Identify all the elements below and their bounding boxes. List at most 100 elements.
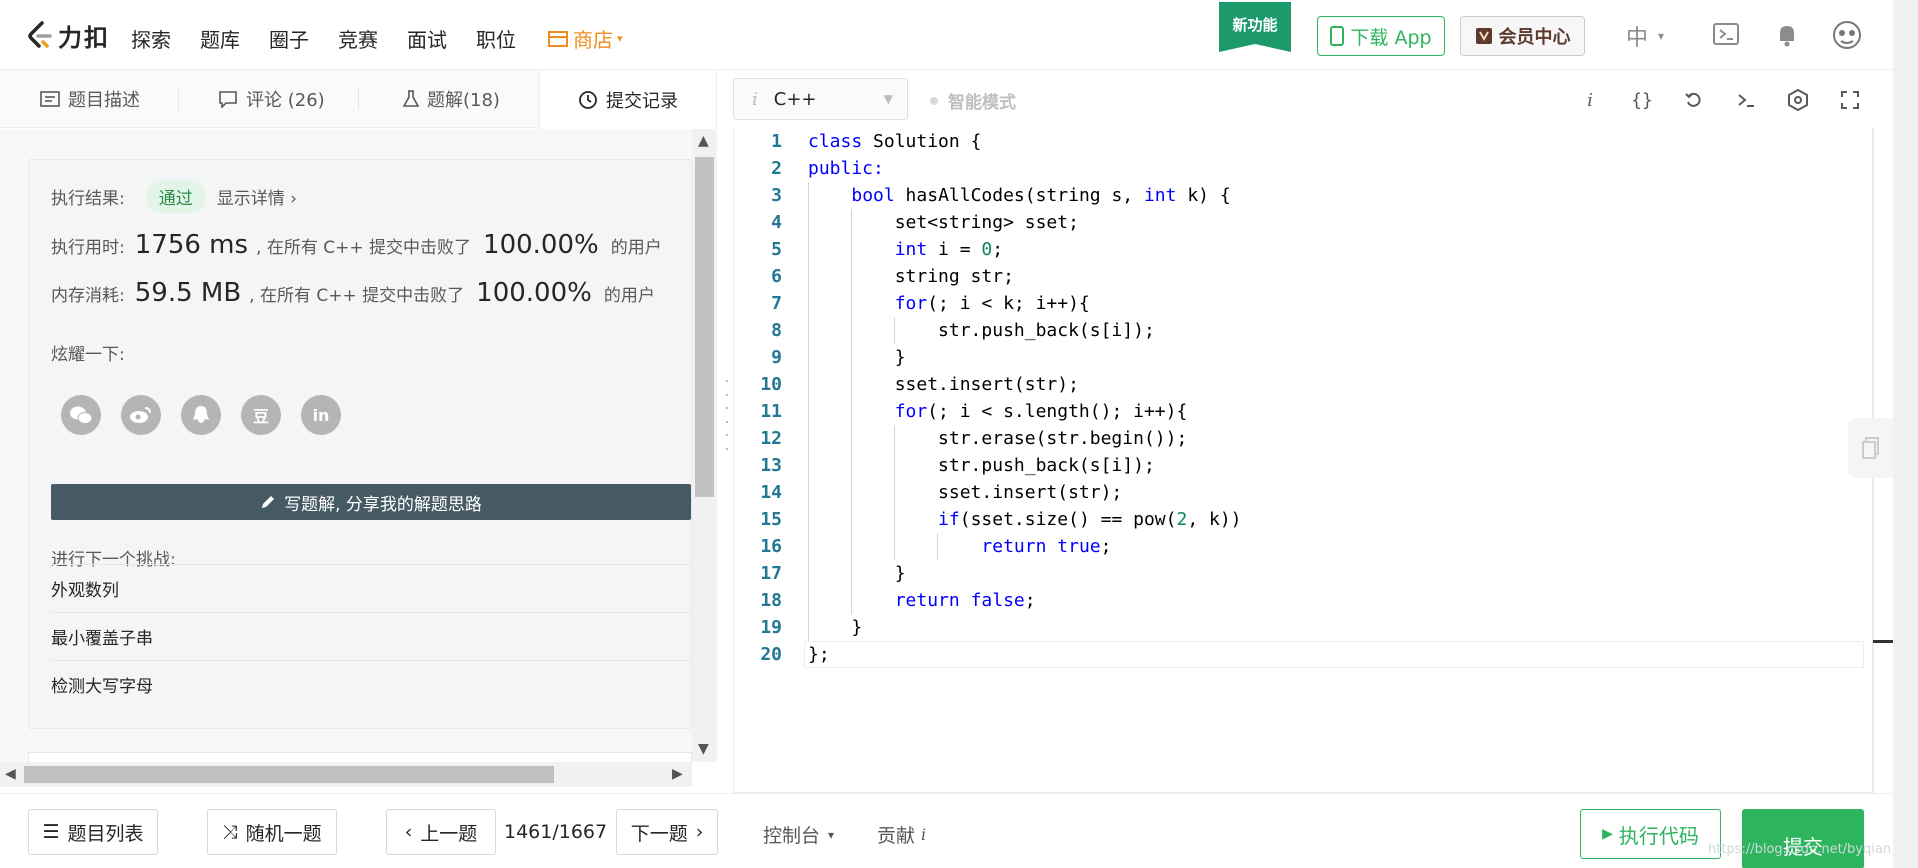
console-toggle[interactable]: 控制台 ▾ <box>763 821 834 848</box>
run-code-button[interactable]: ▶ 执行代码 <box>1580 809 1721 859</box>
terminal-icon[interactable] <box>1734 88 1758 112</box>
tab-submissions[interactable]: 提交记录 <box>539 70 717 129</box>
code-line[interactable]: 16 return true; <box>734 533 1872 560</box>
scrollbar-thumb[interactable] <box>24 766 554 783</box>
member-label: 会员中心 <box>1498 27 1571 48</box>
member-center-button[interactable]: 会员中心 <box>1460 16 1585 56</box>
next-challenge-item[interactable]: 外观数列 <box>51 564 691 612</box>
scroll-left-icon[interactable]: ◀ <box>5 766 16 782</box>
bell-icon[interactable] <box>1772 20 1802 50</box>
code-token: for <box>894 401 928 422</box>
tab-description[interactable]: 题目描述 <box>40 70 140 128</box>
next-challenge-item[interactable]: 最小覆盖子串 <box>51 612 691 660</box>
info-icon[interactable]: i <box>1578 88 1602 112</box>
problem-list-button[interactable]: ☰ 题目列表 <box>28 809 158 855</box>
submit-button[interactable]: 提交 <box>1742 809 1864 868</box>
code-line[interactable]: 13 str.push_back(s[i]); <box>734 452 1872 479</box>
language-switch[interactable]: 中 ▾ <box>1626 20 1664 52</box>
code-line[interactable]: 9 } <box>734 344 1872 371</box>
settings-icon[interactable] <box>1786 88 1810 112</box>
run-code-label: 执行代码 <box>1618 823 1699 848</box>
chevron-left-icon: ‹ <box>404 821 413 843</box>
tab-comments[interactable]: 评论 (26) <box>218 70 325 128</box>
share-weibo-icon[interactable] <box>121 395 161 435</box>
pane-resize-handle[interactable] <box>724 380 730 450</box>
code-line[interactable]: 5 int i = 0; <box>734 236 1872 263</box>
scroll-right-icon[interactable]: ▶ <box>672 766 683 782</box>
nav-circle[interactable]: 圈子 <box>269 24 309 53</box>
format-code-icon[interactable]: {} <box>1630 88 1654 112</box>
new-feature-badge[interactable]: 新功能 <box>1219 2 1291 52</box>
code-line[interactable]: 6 string str; <box>734 263 1872 290</box>
code-line[interactable]: 12 str.erase(str.begin()); <box>734 425 1872 452</box>
code-line[interactable]: 15 if(sset.size() == pow(2, k)) <box>734 506 1872 533</box>
side-panel-tab[interactable] <box>1848 418 1893 478</box>
nav-explore[interactable]: 探索 <box>131 24 171 53</box>
runtime-text: , 在所有 C++ 提交中击败了 <box>256 237 472 258</box>
code-line[interactable]: 19 } <box>734 614 1872 641</box>
code-line[interactable]: 1 class Solution { <box>734 128 1872 155</box>
tab-divider <box>358 88 359 110</box>
code-line[interactable]: 11 for(; i < s.length(); i++){ <box>734 398 1872 425</box>
download-app-button[interactable]: 下载 App <box>1317 16 1445 56</box>
contribute-button[interactable]: 贡献 i <box>877 821 926 848</box>
avatar[interactable] <box>1832 20 1862 50</box>
code-line[interactable]: 3 bool hasAllCodes(string s, int k) { <box>734 182 1872 209</box>
reset-icon[interactable] <box>1682 88 1706 112</box>
prev-problem-button[interactable]: ‹ 上一题 <box>386 809 496 855</box>
write-solution-button[interactable]: 写题解, 分享我的解题思路 <box>51 484 691 520</box>
top-navigation: 力扣 探索 题库 圈子 竞赛 面试 职位 商店 ▾ 新功能 下载 App 会员中… <box>0 0 1918 70</box>
language-select[interactable]: i C++ ▼ <box>733 78 908 120</box>
code-token: int <box>894 239 928 260</box>
tab-solutions[interactable]: 题解(18) <box>403 70 500 128</box>
line-code: str.erase(str.begin()); <box>808 425 1187 452</box>
share-douban-icon[interactable]: 豆 <box>241 395 281 435</box>
code-editor[interactable]: 1 class Solution {2 public: 3 bool hasAllCo… <box>733 128 1873 793</box>
code-token: ; <box>1100 536 1112 557</box>
nav-interview[interactable]: 面试 <box>407 24 447 53</box>
clock-icon <box>579 90 597 109</box>
code-line[interactable]: 18 return false; <box>734 587 1872 614</box>
code-token: (; i < s.length(); i++){ <box>927 401 1188 422</box>
next-problem-button[interactable]: 下一题 › <box>616 809 718 855</box>
code-line[interactable]: 2 public: <box>734 155 1872 182</box>
nav-contest[interactable]: 竞赛 <box>338 24 378 53</box>
line-code: } <box>808 614 862 641</box>
share-linkedin-icon[interactable]: in <box>301 395 341 435</box>
scroll-up-icon[interactable]: ▲ <box>698 133 709 149</box>
fullscreen-icon[interactable] <box>1838 88 1862 112</box>
line-code: for(; i < k; i++){ <box>808 290 1090 317</box>
code-line[interactable]: 4 set<string> sset; <box>734 209 1872 236</box>
code-line[interactable]: 17 } <box>734 560 1872 587</box>
code-line[interactable]: 14 sset.insert(str); <box>734 479 1872 506</box>
show-details-link[interactable]: 显示详情 › <box>217 184 297 209</box>
code-token: str.push_back(s[i]); <box>808 320 1155 341</box>
code-token: bool <box>851 185 895 206</box>
leetcode-logo[interactable]: 力扣 <box>26 18 110 52</box>
phone-icon <box>1330 26 1345 46</box>
memory-value: 59.5 MB <box>134 278 242 308</box>
code-line[interactable]: 7 for(; i < k; i++){ <box>734 290 1872 317</box>
code-line[interactable]: 8 str.push_back(s[i]); <box>734 317 1872 344</box>
code-line[interactable]: 10 sset.insert(str); <box>734 371 1872 398</box>
next-challenge-item[interactable]: 检测大写字母 <box>51 660 691 708</box>
playground-icon[interactable] <box>1712 20 1742 50</box>
left-horizontal-scrollbar[interactable]: ◀ ▶ <box>0 762 692 787</box>
memory-suffix: 的用户 <box>603 285 655 306</box>
share-wechat-icon[interactable] <box>61 395 101 435</box>
scroll-down-icon[interactable]: ▼ <box>698 741 709 757</box>
page-scrollbar[interactable] <box>1893 0 1918 868</box>
code-token: hasAllCodes(string s, <box>894 185 1144 206</box>
share-qq-icon[interactable] <box>181 395 221 435</box>
smart-mode-toggle[interactable]: 智能模式 <box>930 88 1016 113</box>
random-problem-button[interactable]: ⤨ 随机一题 <box>207 809 337 855</box>
scrollbar-thumb[interactable] <box>695 157 714 497</box>
nav-store[interactable]: 商店 ▾ <box>547 24 623 53</box>
code-line[interactable]: 20}; <box>734 641 1872 668</box>
nav-jobs[interactable]: 职位 <box>476 24 516 53</box>
info-icon: i <box>921 825 927 844</box>
left-vertical-scrollbar[interactable]: ▲ ▼ <box>692 129 717 762</box>
nav-problems[interactable]: 题库 <box>200 24 240 53</box>
